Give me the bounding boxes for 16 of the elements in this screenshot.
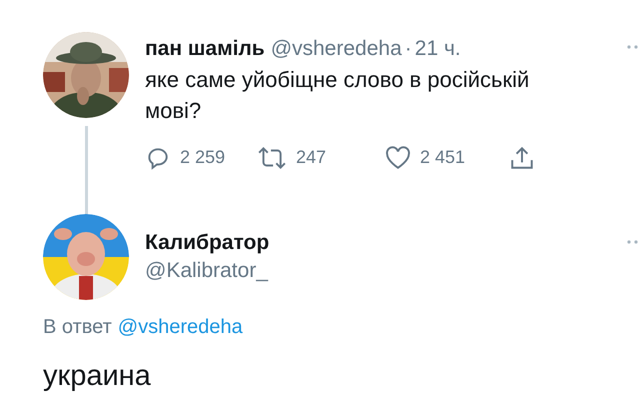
retweet-count: 247 [296, 146, 326, 169]
separator-dot: · [404, 36, 412, 62]
reply-text: украина [43, 359, 152, 394]
reply-label: В ответ [43, 315, 112, 340]
like-count: 2 451 [420, 146, 466, 169]
heart-icon[interactable] [385, 146, 411, 170]
tweet-time: 21 ч. [414, 36, 461, 62]
author-handle: @Kalibrator_ [145, 258, 270, 284]
mention-link[interactable]: @vsheredeha [118, 314, 243, 340]
reply-count: 2 259 [180, 146, 226, 169]
author-name: Калибратор [145, 230, 270, 256]
author-name: пан шаміль [145, 36, 265, 62]
share-icon[interactable] [509, 144, 535, 170]
author-handle: @vsheredeha [270, 36, 402, 62]
retweet-icon[interactable] [257, 144, 287, 170]
tweet-text: яке саме уйобіщне слово в російській мові? [145, 66, 530, 125]
